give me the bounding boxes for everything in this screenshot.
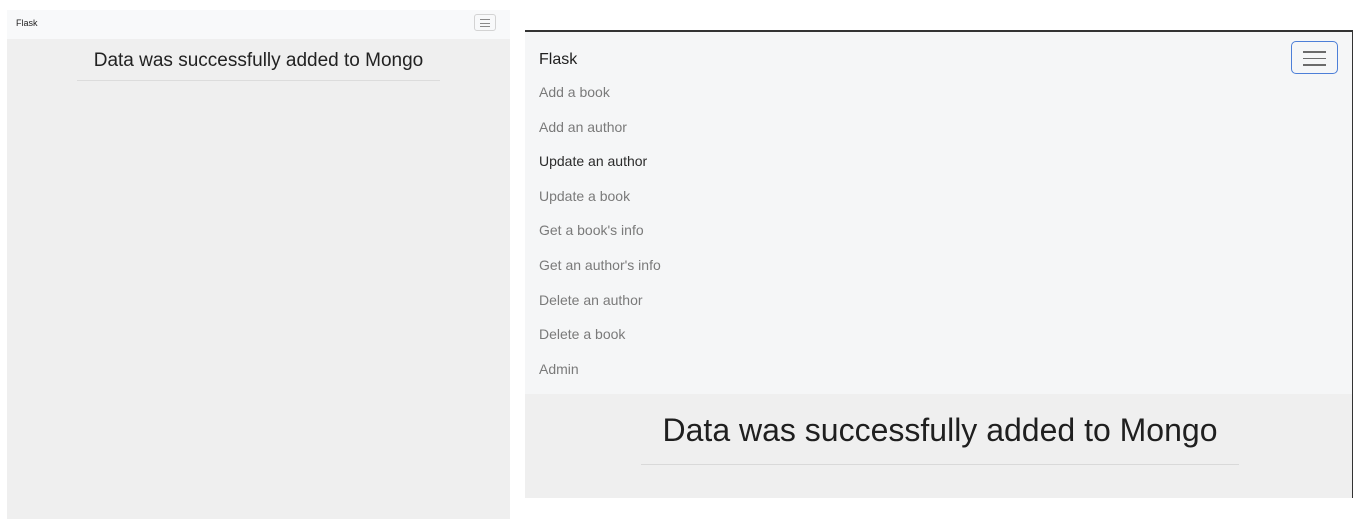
page-heading: Data was successfully added to Mongo <box>662 412 1218 448</box>
expanded-view: Flask Add a book Add an author Update an… <box>525 30 1353 498</box>
navbar-brand[interactable]: Flask <box>539 51 577 69</box>
heading-divider <box>77 80 440 81</box>
menu-icon <box>480 19 490 30</box>
nav-item-delete-author[interactable]: Delete an author <box>539 290 661 325</box>
nav-item-get-book-info[interactable]: Get a book's info <box>539 220 661 255</box>
nav-menu: Add a book Add an author Update an autho… <box>539 82 661 393</box>
nav-item-update-book[interactable]: Update a book <box>539 186 661 221</box>
navbar-toggler-button[interactable] <box>1291 41 1338 74</box>
nav-item-add-book[interactable]: Add a book <box>539 82 661 117</box>
menu-icon <box>1303 51 1326 71</box>
nav-item-get-author-info[interactable]: Get an author's info <box>539 255 661 290</box>
nav-item-delete-book[interactable]: Delete a book <box>539 324 661 359</box>
page-heading: Data was successfully added to Mongo <box>93 50 424 71</box>
navbar-brand[interactable]: Flask <box>16 18 38 28</box>
nav-item-add-author[interactable]: Add an author <box>539 117 661 152</box>
navbar: Flask Add a book Add an author Update an… <box>525 32 1352 394</box>
navbar-toggler-button[interactable] <box>474 14 496 31</box>
navbar: Flask <box>7 10 510 39</box>
collapsed-view: Flask Data was successfully added to Mon… <box>7 10 510 519</box>
nav-item-update-author[interactable]: Update an author <box>539 151 661 186</box>
heading-divider <box>641 464 1239 465</box>
nav-item-admin[interactable]: Admin <box>539 359 661 394</box>
